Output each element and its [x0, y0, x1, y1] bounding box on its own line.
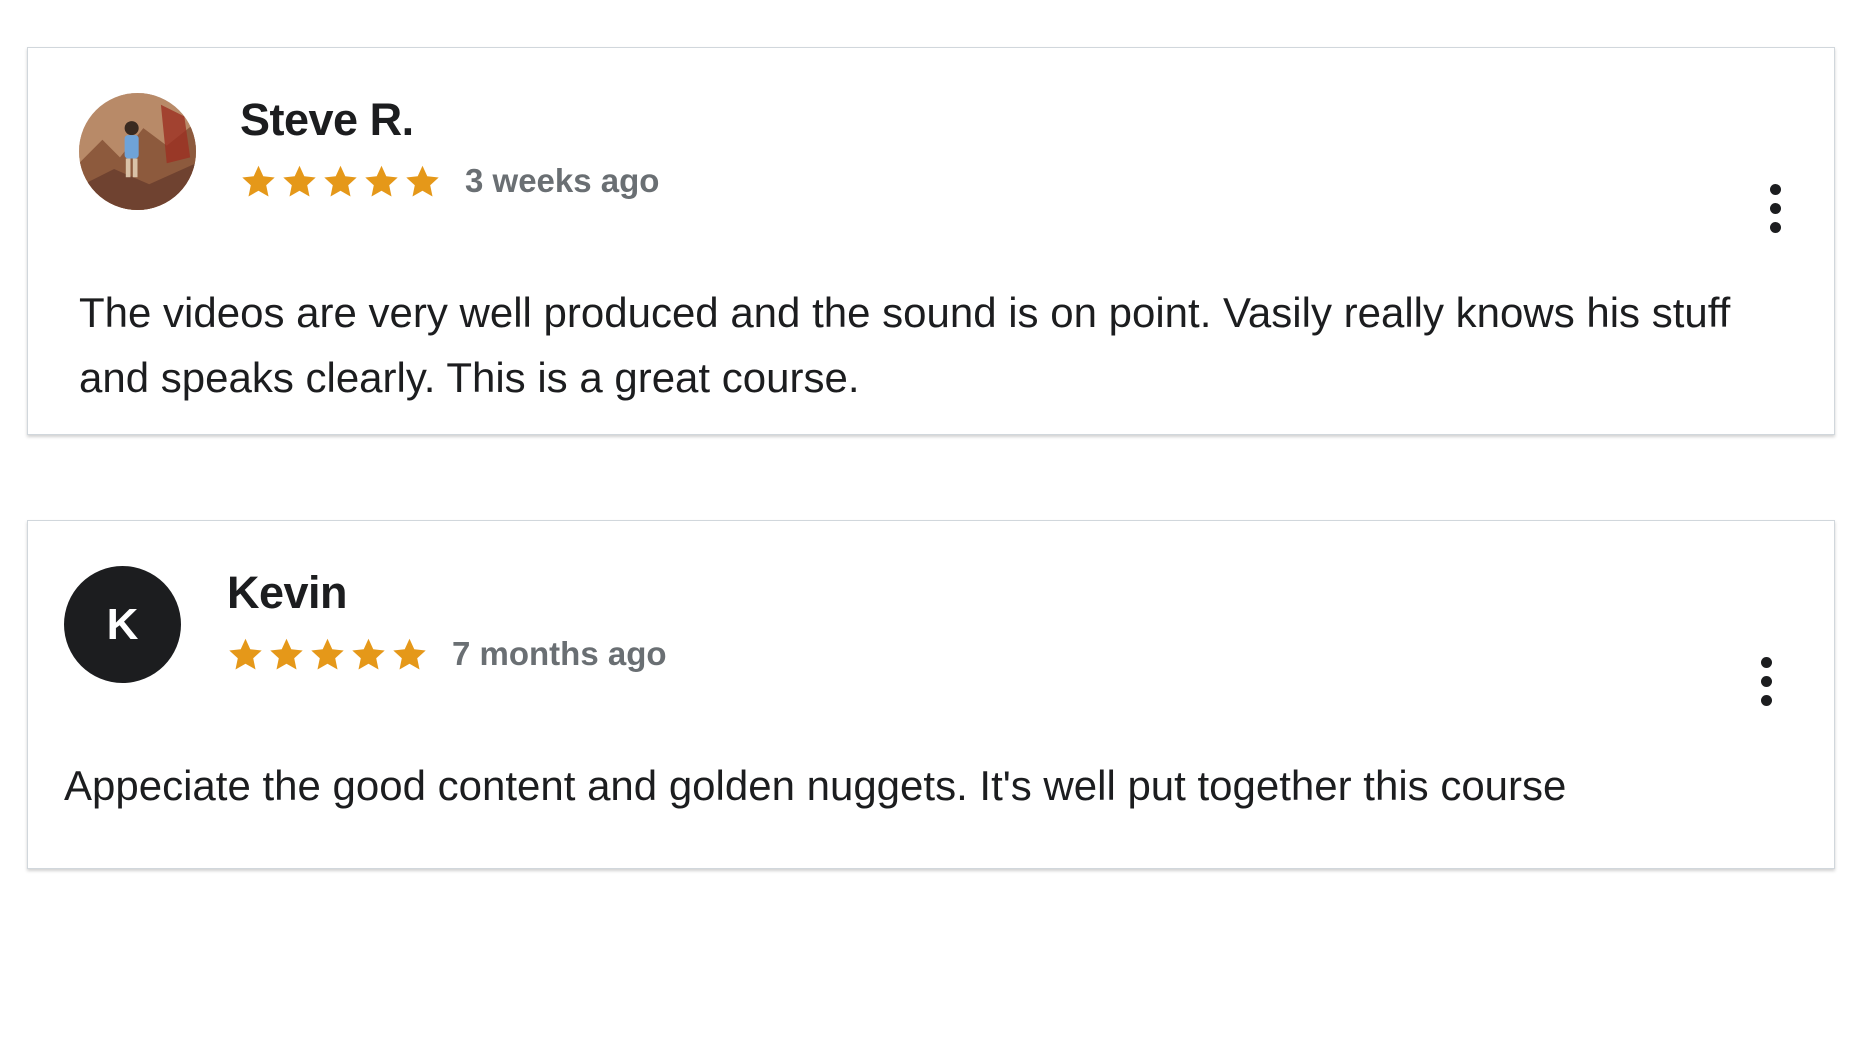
star-rating — [227, 636, 428, 673]
review-timestamp: 3 weeks ago — [465, 162, 660, 199]
star-icon — [363, 163, 400, 200]
review-text: Appeciate the good content and golden nu… — [64, 762, 1567, 809]
review-timestamp: 7 months ago — [452, 635, 667, 672]
more-options-button[interactable] — [1755, 178, 1795, 238]
user-photo-icon — [79, 93, 196, 210]
more-vertical-icon — [1769, 183, 1781, 195]
review-text: The videos are very well produced and th… — [79, 289, 1731, 401]
rating-row: 7 months ago — [227, 635, 667, 673]
star-icon — [350, 636, 387, 673]
reviewer-name: Kevin — [227, 567, 348, 618]
star-icon — [309, 636, 346, 673]
star-icon — [404, 163, 441, 200]
star-rating — [240, 163, 441, 200]
star-icon — [281, 163, 318, 200]
star-icon — [227, 636, 264, 673]
avatar: K — [64, 566, 181, 683]
rating-row: 3 weeks ago — [240, 162, 659, 200]
more-options-button[interactable] — [1746, 651, 1786, 711]
star-icon — [322, 163, 359, 200]
star-icon — [268, 636, 305, 673]
more-vertical-icon — [1760, 656, 1772, 668]
review-card: Steve R. 3 weeks ago The videos are very… — [27, 47, 1835, 435]
star-icon — [240, 163, 277, 200]
review-card: K Kevin 7 months ago Appeciate the good … — [27, 520, 1835, 869]
reviewer-name: Steve R. — [240, 94, 414, 145]
star-icon — [391, 636, 428, 673]
avatar — [79, 93, 196, 210]
